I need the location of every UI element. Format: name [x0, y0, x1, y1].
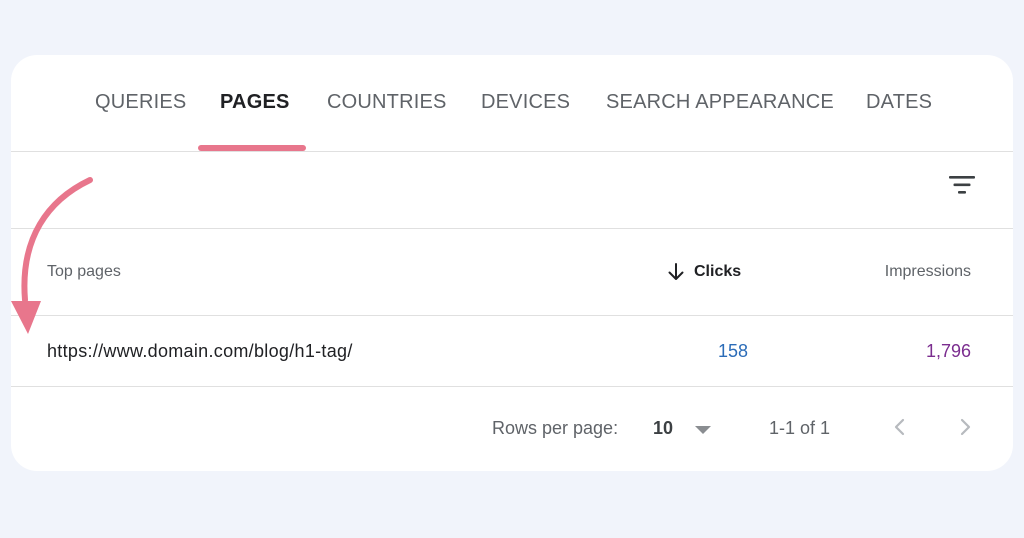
toolbar-divider — [11, 228, 1013, 229]
tab-dates[interactable]: DATES — [866, 89, 932, 115]
rows-per-page-value: 10 — [653, 418, 674, 438]
report-tabs: QUERIES PAGES COUNTRIES DEVICES SEARCH A… — [11, 55, 1013, 151]
chevron-left-icon — [894, 418, 905, 436]
row-impressions-value: 1,796 — [925, 341, 971, 361]
column-header-clicks[interactable]: Clicks — [667, 260, 741, 284]
next-page-button[interactable] — [954, 415, 976, 439]
tab-devices[interactable]: DEVICES — [481, 89, 570, 115]
performance-card: QUERIES PAGES COUNTRIES DEVICES SEARCH A… — [11, 55, 1013, 471]
tab-countries[interactable]: COUNTRIES — [327, 89, 447, 115]
row-page-url[interactable]: https://www.domain.com/blog/h1-tag/ — [47, 340, 353, 362]
previous-page-button[interactable] — [889, 415, 911, 439]
table-row[interactable]: https://www.domain.com/blog/h1-tag/ 158 … — [11, 316, 1013, 386]
rows-per-page-label: Rows per page: — [492, 418, 619, 438]
tab-queries[interactable]: QUERIES — [95, 89, 186, 115]
column-header-top-pages[interactable]: Top pages — [47, 262, 121, 282]
column-header-impressions[interactable]: Impressions — [885, 262, 971, 282]
tabs-divider — [11, 151, 1013, 152]
tab-pages[interactable]: PAGES — [220, 89, 290, 115]
chevron-right-icon — [960, 418, 971, 436]
pagination-bar: Rows per page: 10 1-1 of 1 — [11, 387, 1013, 471]
tab-search-appearance[interactable]: SEARCH APPEARANCE — [606, 89, 834, 115]
filter-icon — [949, 176, 975, 194]
column-header-clicks-label: Clicks — [694, 263, 742, 280]
pagination-range: 1-1 of 1 — [769, 418, 831, 438]
rows-per-page-select[interactable]: 10 — [649, 414, 721, 444]
dropdown-caret-icon — [695, 426, 711, 434]
arrow-down-icon — [668, 263, 684, 280]
filter-button[interactable] — [947, 173, 977, 197]
row-clicks-value: 158 — [717, 341, 748, 361]
